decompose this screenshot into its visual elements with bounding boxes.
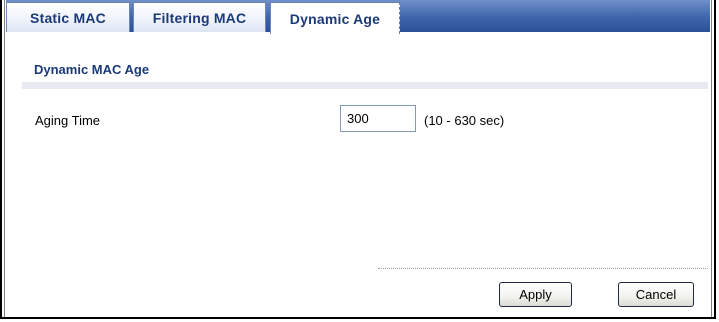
tab-dynamic-age[interactable]: Dynamic Age bbox=[270, 2, 400, 34]
apply-button[interactable]: Apply bbox=[499, 282, 572, 307]
aging-time-input[interactable] bbox=[340, 105, 416, 132]
tab-static-mac[interactable]: Static MAC bbox=[6, 2, 130, 32]
tab-dynamic-age-label: Dynamic Age bbox=[289, 10, 381, 27]
aging-time-range: (10 - 630 sec) bbox=[424, 113, 505, 128]
tab-bar: Static MAC Filtering MAC Dynamic Age bbox=[6, 0, 710, 34]
tab-filtering-mac[interactable]: Filtering MAC bbox=[133, 2, 266, 32]
aging-time-label: Aging Time bbox=[35, 113, 101, 128]
content-frame bbox=[4, 0, 712, 317]
section-title: Dynamic MAC Age bbox=[34, 62, 150, 77]
cancel-button[interactable]: Cancel bbox=[618, 282, 694, 307]
section-divider bbox=[22, 82, 708, 89]
tab-filtering-mac-label: Filtering MAC bbox=[152, 9, 247, 26]
actions-divider bbox=[378, 268, 708, 269]
tab-static-mac-label: Static MAC bbox=[30, 9, 106, 26]
